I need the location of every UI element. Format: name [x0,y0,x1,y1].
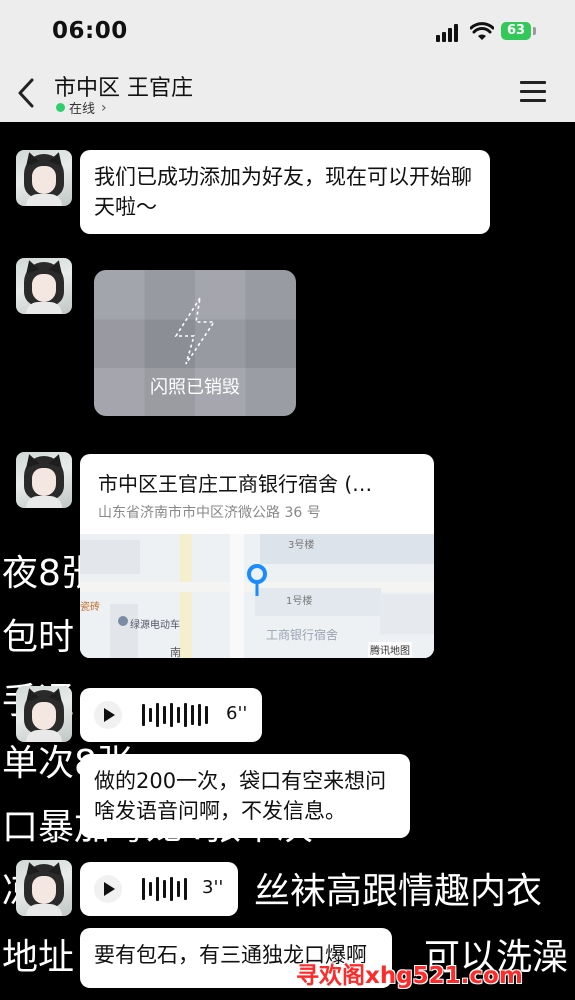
overlay-text-line: 丝袜高跟情趣内衣 [254,871,543,912]
battery-tip [533,27,536,35]
top-bar: 06:00 63 市中区 王官庄 在线 › [0,0,575,122]
overlay-text-line: 地址 [2,937,75,978]
location-address: 山东省济南市市中区济微公路 36 号 [98,505,321,521]
message-text: 做的200一次，袋口有空来想问啥发语音问啊，不发信息。 [94,769,387,823]
message-text: 我们已成功添加为好友，现在可以开始聊天啦～ [94,165,472,219]
map-label-building3: 3号楼 [288,540,315,551]
chevron-right-icon: › [101,99,107,116]
play-icon[interactable] [94,875,122,903]
avatar[interactable] [16,258,72,314]
voice-message[interactable]: 6'' [80,688,262,742]
waveform-icon [142,876,187,902]
online-status-label: 在线 [69,102,96,117]
location-title: 市中区王官庄工商银行宿舍 (… [98,472,373,496]
menu-icon[interactable] [520,81,546,103]
status-time: 06:00 [52,18,128,44]
online-dot-icon [56,103,65,112]
flash-photo-message[interactable]: 闪照已销毁 [94,270,296,416]
wifi-icon [470,22,494,40]
voice-duration: 6'' [226,703,248,724]
map-label-tile: 瓷砖 [80,602,100,613]
flash-photo-label: 闪照已销毁 [150,377,240,398]
map-label-ev: 绿源电动车 [130,620,180,631]
avatar[interactable] [16,452,72,508]
location-message[interactable]: 市中区王官庄工商银行宿舍 (… 山东省济南市市中区济微公路 36 号 3号楼 1… [80,454,434,658]
map-preview[interactable]: 3号楼 1号楼 工商银行宿舍 绿源电动车 瓷砖 南 腾讯地图 [80,534,434,658]
map-label-building1: 1号楼 [286,596,313,607]
online-status[interactable]: 在线 › [56,98,107,117]
ev-shop-icon [118,616,128,626]
avatar[interactable] [16,860,72,916]
overlay-text-line: 包时 [2,617,75,658]
waveform-icon [142,702,208,728]
message-bubble[interactable]: 我们已成功添加为好友，现在可以开始聊天啦～ [80,150,490,234]
map-label-bank: 工商银行宿舍 [266,628,339,642]
back-chevron-icon[interactable] [14,76,40,110]
map-label-south: 南 [170,646,181,658]
avatar[interactable] [16,686,72,742]
avatar[interactable] [16,150,72,206]
battery-icon: 63 [501,22,531,40]
location-pin-icon [247,564,267,596]
message-bubble[interactable]: 做的200一次，袋口有空来想问啥发语音问啊，不发信息。 [80,754,410,838]
play-icon[interactable] [94,701,122,729]
map-brand: 腾讯地图 [368,642,412,657]
watermark: 寻欢阁xhg521.com [296,963,523,989]
voice-message[interactable]: 3'' [80,862,238,916]
cellular-signal-icon [436,24,462,42]
lightning-icon [174,297,216,365]
voice-duration: 3'' [202,877,224,898]
